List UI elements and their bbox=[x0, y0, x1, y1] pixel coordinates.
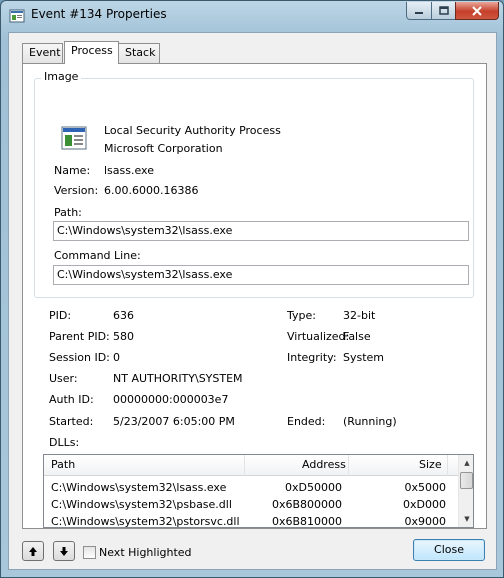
user-value: NT AUTHORITY\SYSTEM bbox=[113, 372, 243, 385]
next-highlighted-checkbox[interactable] bbox=[83, 546, 96, 559]
dll-list[interactable]: Path Address Size C:\Windows\system32\ls… bbox=[43, 454, 474, 528]
dll-path: C:\Windows\system32\pstorsvc.dll bbox=[51, 515, 240, 528]
image-company: Microsoft Corporation bbox=[104, 142, 223, 155]
column-header-address[interactable]: Address bbox=[302, 458, 346, 471]
process-tab-panel: Image Local Security Authority Process M… bbox=[22, 63, 487, 529]
arrow-up-icon bbox=[29, 546, 37, 556]
column-divider[interactable] bbox=[447, 455, 448, 476]
next-highlighted-label[interactable]: Next Highlighted bbox=[99, 546, 192, 559]
arrow-down-icon bbox=[60, 546, 68, 556]
process-image-icon bbox=[61, 126, 87, 150]
image-group-label: Image bbox=[41, 70, 82, 83]
dlls-label: DLLs: bbox=[49, 436, 80, 449]
tab-event[interactable]: Event bbox=[22, 43, 63, 63]
version-label: Version: bbox=[54, 184, 99, 197]
close-window-button[interactable] bbox=[455, 2, 499, 20]
column-header-size[interactable]: Size bbox=[419, 458, 442, 471]
version-value: 6.00.6000.16386 bbox=[104, 184, 199, 197]
name-value: lsass.exe bbox=[104, 164, 154, 177]
close-button[interactable]: Close bbox=[413, 539, 485, 561]
started-value: 5/23/2007 6:05:00 PM bbox=[113, 415, 235, 428]
title-bar[interactable]: Event #134 Properties bbox=[1, 1, 503, 31]
dll-path: C:\Windows\system32\lsass.exe bbox=[51, 481, 227, 494]
virtualized-label: Virtualized: bbox=[287, 330, 350, 343]
column-divider[interactable] bbox=[244, 455, 245, 476]
ended-value: (Running) bbox=[343, 415, 397, 428]
virtualized-value: False bbox=[343, 330, 371, 343]
previous-event-button[interactable] bbox=[22, 541, 44, 561]
dll-path: C:\Windows\system32\psbase.dll bbox=[51, 498, 232, 511]
session-id-label: Session ID: bbox=[49, 351, 110, 364]
tab-stack[interactable]: Stack bbox=[118, 43, 160, 63]
dll-list-header: Path Address Size bbox=[44, 455, 458, 476]
table-row[interactable]: C:\Windows\system32\psbase.dll 0x6B80000… bbox=[44, 496, 458, 513]
image-description: Local Security Authority Process bbox=[104, 124, 281, 137]
pid-label: PID: bbox=[49, 309, 72, 322]
dialog-client-area: Event Process Stack Image Local Security… bbox=[8, 32, 497, 570]
session-id-value: 0 bbox=[113, 351, 120, 364]
auth-id-label: Auth ID: bbox=[49, 393, 94, 406]
dll-address: 0xD50000 bbox=[285, 481, 342, 494]
parent-pid-label: Parent PID: bbox=[49, 330, 110, 343]
properties-window: Event #134 Properties Event Process Stac… bbox=[0, 0, 504, 578]
dll-address: 0x6B800000 bbox=[271, 498, 342, 511]
dll-list-scrollbar[interactable]: ▲ ▼ bbox=[458, 455, 473, 527]
dll-size: 0x9000 bbox=[404, 515, 446, 528]
ended-label: Ended: bbox=[287, 415, 326, 428]
auth-id-value: 00000000:000003e7 bbox=[113, 393, 229, 406]
parent-pid-value: 580 bbox=[113, 330, 134, 343]
path-field[interactable]: C:\Windows\system32\lsass.exe bbox=[53, 221, 469, 241]
command-line-label: Command Line: bbox=[54, 249, 141, 262]
scroll-thumb[interactable] bbox=[460, 472, 473, 489]
type-label: Type: bbox=[287, 309, 316, 322]
minimize-button[interactable] bbox=[406, 2, 432, 20]
window-title: Event #134 Properties bbox=[31, 7, 167, 21]
column-divider[interactable] bbox=[348, 455, 349, 476]
pid-value: 636 bbox=[113, 309, 134, 322]
integrity-label: Integrity: bbox=[287, 351, 337, 364]
started-label: Started: bbox=[49, 415, 94, 428]
app-icon bbox=[9, 9, 25, 23]
type-value: 32-bit bbox=[343, 309, 376, 322]
dll-size: 0x5000 bbox=[404, 481, 446, 494]
dll-address: 0x6B810000 bbox=[271, 515, 342, 528]
name-label: Name: bbox=[54, 164, 91, 177]
dll-size: 0xD000 bbox=[403, 498, 446, 511]
maximize-button[interactable] bbox=[431, 2, 456, 20]
scroll-down-arrow-icon[interactable]: ▼ bbox=[459, 511, 473, 527]
table-row[interactable]: C:\Windows\system32\pstorsvc.dll 0x6B810… bbox=[44, 513, 458, 528]
integrity-value: System bbox=[343, 351, 385, 364]
close-icon bbox=[472, 5, 482, 16]
maximize-icon bbox=[438, 6, 449, 15]
path-label: Path: bbox=[54, 206, 82, 219]
scroll-up-arrow-icon[interactable]: ▲ bbox=[459, 455, 473, 471]
command-line-field[interactable]: C:\Windows\system32\lsass.exe bbox=[53, 265, 469, 285]
user-label: User: bbox=[49, 372, 78, 385]
tab-process[interactable]: Process bbox=[64, 41, 119, 64]
next-event-button[interactable] bbox=[53, 541, 75, 561]
table-row[interactable]: C:\Windows\system32\lsass.exe 0xD50000 0… bbox=[44, 479, 458, 496]
minimize-icon bbox=[415, 11, 423, 14]
column-header-path[interactable]: Path bbox=[51, 458, 75, 471]
